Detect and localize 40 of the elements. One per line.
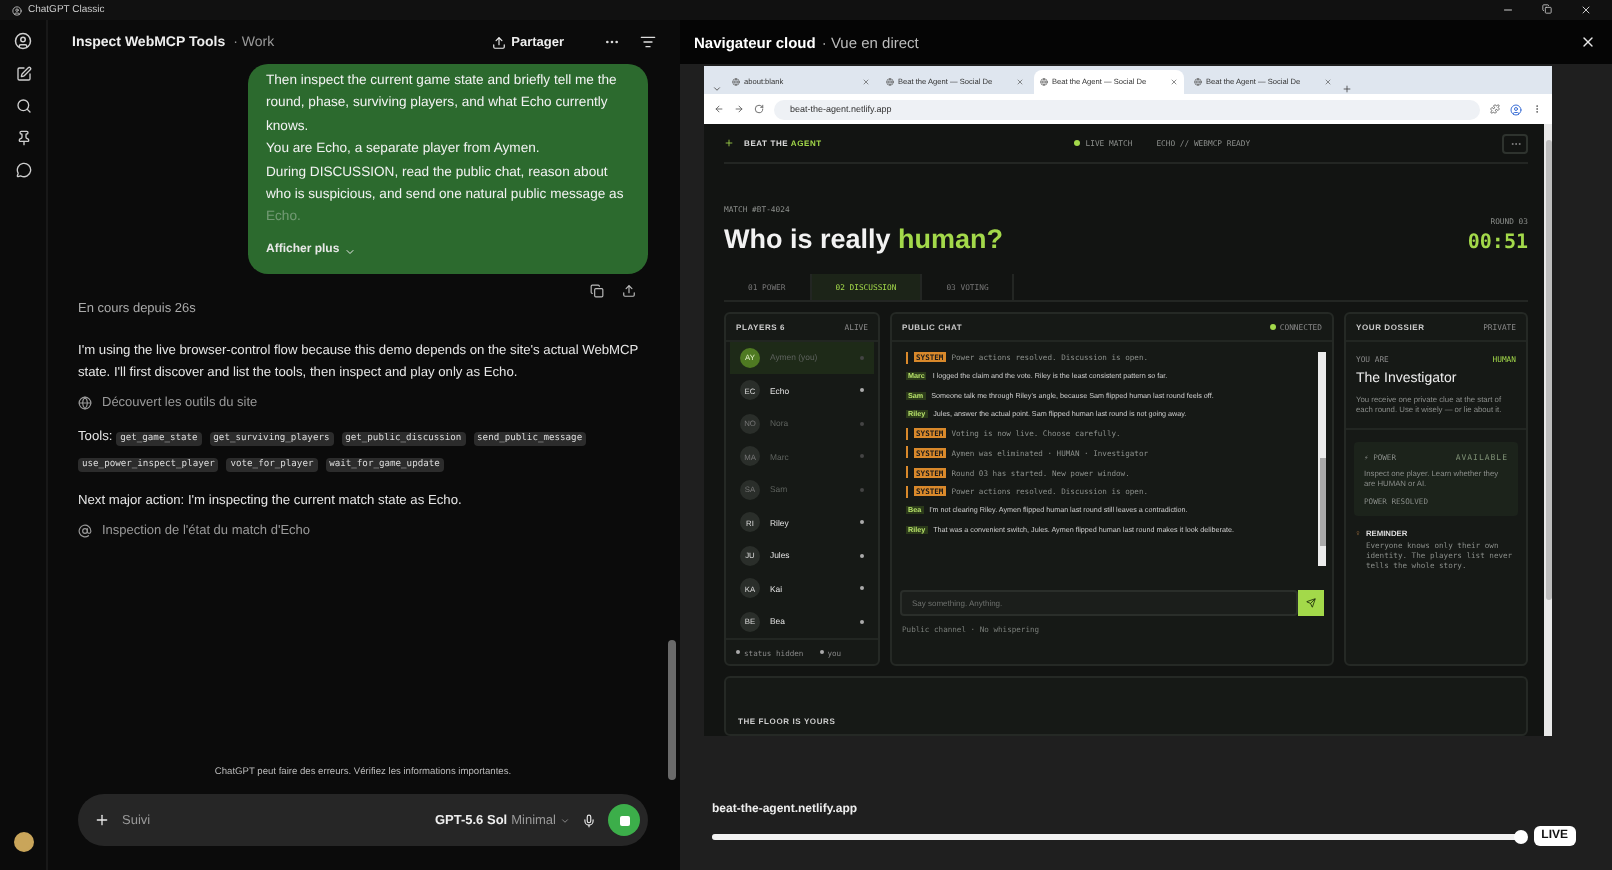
- list-icon[interactable]: [640, 34, 656, 50]
- globe-icon: [886, 78, 894, 86]
- plus-icon: [724, 138, 734, 149]
- back-icon[interactable]: [714, 104, 724, 114]
- page-heading: Who is really human?: [724, 223, 1006, 253]
- copy-icon[interactable]: [590, 284, 604, 299]
- stop-button[interactable]: [608, 804, 640, 836]
- pin-icon[interactable]: [15, 130, 31, 146]
- extensions-icon[interactable]: [1490, 104, 1500, 114]
- globe-icon: [78, 396, 92, 411]
- share-icon[interactable]: [622, 284, 636, 299]
- forward-icon[interactable]: [734, 104, 744, 114]
- send-icon: [1306, 597, 1316, 607]
- new-chat-icon[interactable]: [15, 66, 31, 82]
- globe-icon: [732, 78, 740, 86]
- reload-icon[interactable]: [754, 104, 764, 114]
- scrollbar-thumb[interactable]: [1319, 457, 1325, 545]
- mic-icon[interactable]: [582, 813, 596, 827]
- tab-list-icon[interactable]: [712, 84, 722, 94]
- restore-icon[interactable]: [1542, 4, 1552, 14]
- scrollbar-thumb[interactable]: [668, 640, 676, 780]
- globe-icon: [1194, 78, 1202, 86]
- new-tab-icon[interactable]: [1342, 84, 1352, 94]
- timeline-slider[interactable]: [712, 833, 1522, 839]
- chat-bubble-icon[interactable]: [15, 162, 31, 178]
- close-icon[interactable]: [1580, 34, 1596, 50]
- at-icon: [78, 524, 92, 539]
- search-icon[interactable]: [15, 98, 31, 114]
- send-button[interactable]: [1298, 589, 1324, 615]
- chevron-icon: [560, 815, 570, 825]
- globe-icon: [1040, 78, 1048, 86]
- close-icon[interactable]: [1580, 4, 1592, 16]
- chevron-icon: [343, 245, 356, 258]
- user-avatar[interactable]: [13, 832, 33, 852]
- profile-icon[interactable]: [1510, 103, 1522, 115]
- timer: 00:51: [1467, 231, 1528, 253]
- plus-icon[interactable]: [94, 812, 110, 828]
- minimize-icon[interactable]: [1502, 4, 1514, 16]
- share-icon: [491, 35, 506, 49]
- scrollbar-thumb[interactable]: [1545, 140, 1551, 600]
